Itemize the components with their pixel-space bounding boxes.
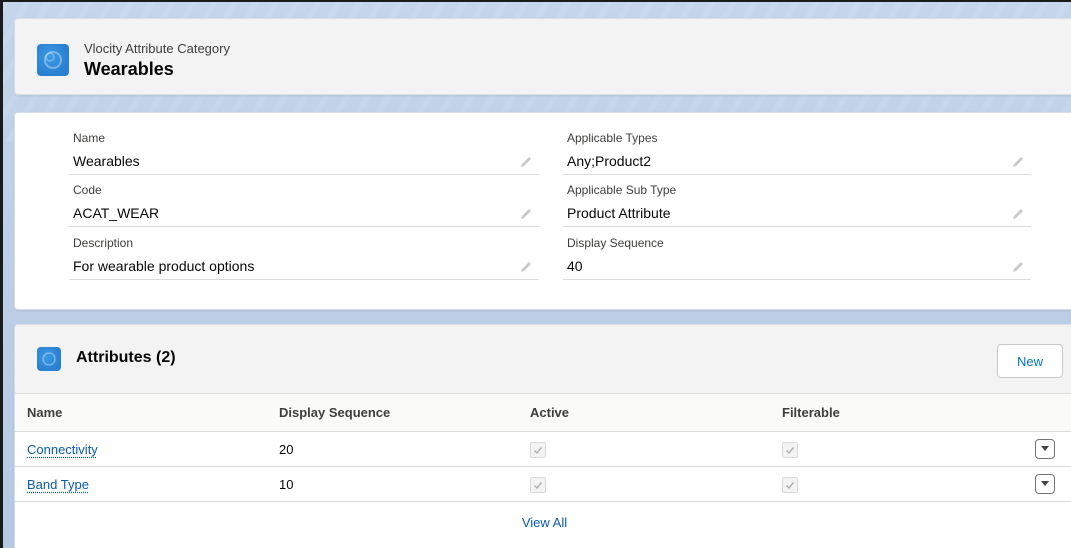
column-header-active[interactable]: Active [530, 405, 569, 420]
attribute-name-link[interactable]: Connectivity [27, 442, 98, 457]
field-applicable-types: Applicable Types Any;Product2 [563, 125, 1031, 175]
field-value: 40 [567, 258, 583, 274]
column-header-filterable[interactable]: Filterable [782, 405, 840, 420]
edit-pencil-icon[interactable] [519, 155, 533, 169]
active-checkbox [530, 477, 546, 493]
record-type-label: Vlocity Attribute Category [84, 41, 230, 56]
attribute-name-cell: Connectivity [27, 442, 98, 457]
row-actions-button[interactable] [1035, 474, 1055, 494]
table-header: Name Display Sequence Active Filterable [15, 394, 1071, 432]
page-background: Vlocity Attribute Category Wearables Nam… [0, 0, 1071, 548]
field-label: Applicable Sub Type [567, 183, 676, 197]
attribute-icon [37, 347, 61, 371]
column-header-name[interactable]: Name [27, 405, 62, 420]
field-value: Wearables [73, 153, 140, 169]
field-value: For wearable product options [73, 258, 254, 274]
edit-pencil-icon[interactable] [1011, 207, 1025, 221]
edit-pencil-icon[interactable] [519, 260, 533, 274]
chevron-down-icon [1040, 446, 1050, 452]
related-list-header: Attributes (2) New [15, 325, 1071, 394]
column-header-display-sequence[interactable]: Display Sequence [279, 405, 390, 420]
field-label: Description [73, 236, 133, 250]
view-all-link[interactable]: View All [15, 515, 1071, 530]
field-code: Code ACAT_WEAR [69, 177, 539, 227]
record-title: Wearables [84, 59, 174, 80]
filterable-checkbox [782, 442, 798, 458]
field-value: ACAT_WEAR [73, 205, 159, 221]
checkmark-icon [785, 445, 795, 455]
field-applicable-sub-type: Applicable Sub Type Product Attribute [563, 177, 1031, 227]
new-attribute-button[interactable]: New [997, 344, 1063, 378]
field-label: Code [73, 183, 102, 197]
field-value: Any;Product2 [567, 153, 651, 169]
display-sequence-cell: 10 [279, 477, 293, 492]
related-list-title[interactable]: Attributes (2) [76, 349, 176, 367]
checkmark-icon [533, 445, 543, 455]
field-value: Product Attribute [567, 205, 671, 221]
record-details: Name Wearables Code ACAT_WEAR Descriptio… [14, 112, 1071, 310]
field-label: Applicable Types [567, 131, 658, 145]
field-label: Display Sequence [567, 236, 664, 250]
display-sequence-cell: 20 [279, 442, 293, 457]
chevron-down-icon [1040, 481, 1050, 487]
row-actions-button[interactable] [1035, 439, 1055, 459]
edit-pencil-icon[interactable] [519, 207, 533, 221]
checkmark-icon [785, 480, 795, 490]
field-description: Description For wearable product options [69, 230, 539, 280]
field-name: Name Wearables [69, 125, 539, 175]
edit-pencil-icon[interactable] [1011, 155, 1025, 169]
active-checkbox [530, 442, 546, 458]
record-header: Vlocity Attribute Category Wearables [14, 18, 1071, 95]
checkmark-icon [533, 480, 543, 490]
field-label: Name [73, 131, 105, 145]
filterable-checkbox [782, 477, 798, 493]
table-row: Connectivity 20 [15, 432, 1071, 467]
field-display-sequence: Display Sequence 40 [563, 230, 1031, 280]
attribute-name-link[interactable]: Band Type [27, 477, 89, 492]
table-row: Band Type 10 [15, 467, 1071, 502]
edit-pencil-icon[interactable] [1011, 260, 1025, 274]
attribute-category-icon [37, 44, 69, 76]
attributes-related-list: Attributes (2) New Name Display Sequence… [14, 324, 1071, 548]
attribute-name-cell: Band Type [27, 477, 89, 492]
